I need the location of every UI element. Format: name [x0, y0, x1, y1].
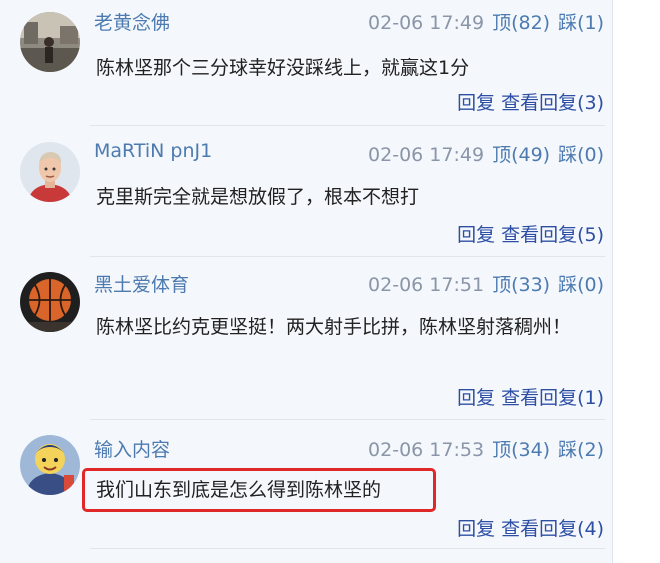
comment-datetime: 02-06 17:51: [368, 274, 485, 296]
downvote-button[interactable]: 踩(2): [558, 439, 604, 461]
comment-username[interactable]: 老黄念佛: [94, 8, 170, 35]
downvote-button[interactable]: 踩(0): [558, 144, 604, 166]
user-avatar[interactable]: [20, 142, 80, 202]
reply-link[interactable]: 回复: [457, 224, 495, 246]
user-avatar[interactable]: [20, 435, 80, 495]
comment-divider: [90, 548, 605, 549]
comment-text: 陈林坚那个三分球幸好没踩线上，就赢这1分: [96, 57, 470, 79]
comment-list: 老黄念佛 02-06 17:49 顶(82) 踩(1) 陈林坚那个三分球幸好没踩线上…: [0, 0, 613, 563]
comment-divider: [90, 419, 605, 420]
comment-divider: [90, 125, 605, 126]
comment-meta: 02-06 17:49 顶(82) 踩(1): [368, 8, 604, 35]
comment-username[interactable]: 黑土爱体育: [94, 270, 189, 297]
downvote-button[interactable]: 踩(0): [558, 274, 604, 296]
view-replies-link[interactable]: 查看回复(3): [501, 92, 604, 114]
comment-meta: 02-06 17:51 顶(33) 踩(0): [368, 270, 604, 297]
comment-username[interactable]: MaRTiN pnJ1: [94, 140, 212, 162]
basketball-avatar-icon: [20, 272, 80, 332]
comment-datetime: 02-06 17:49: [368, 12, 485, 34]
photo-avatar-icon: [20, 12, 80, 72]
reply-link[interactable]: 回复: [457, 518, 495, 540]
comment-text: 陈林坚比约克更坚挺！两大射手比拼，陈林坚射落稠州！: [96, 316, 572, 338]
comment-actions: 回复 查看回复(3): [451, 88, 604, 115]
reply-link[interactable]: 回复: [457, 387, 495, 409]
downvote-button[interactable]: 踩(1): [558, 12, 604, 34]
comment-text: 克里斯完全就是想放假了，根本不想打: [96, 186, 420, 208]
upvote-button[interactable]: 顶(33): [492, 274, 550, 296]
comment-datetime: 02-06 17:53: [368, 439, 485, 461]
comment-divider: [90, 256, 605, 257]
upvote-button[interactable]: 顶(49): [492, 144, 550, 166]
view-replies-link[interactable]: 查看回复(5): [501, 224, 604, 246]
user-avatar[interactable]: [20, 272, 80, 332]
comment-actions: 回复 查看回复(1): [451, 383, 604, 410]
person-avatar-icon: [20, 142, 80, 202]
view-replies-link[interactable]: 查看回复(1): [501, 387, 604, 409]
cartoon-avatar-icon: [20, 435, 80, 495]
comment-datetime: 02-06 17:49: [368, 144, 485, 166]
highlight-box: [82, 468, 436, 512]
comment-username[interactable]: 输入内容: [94, 435, 170, 462]
reply-link[interactable]: 回复: [457, 92, 495, 114]
comment-meta: 02-06 17:49 顶(49) 踩(0): [368, 140, 604, 167]
upvote-button[interactable]: 顶(34): [492, 439, 550, 461]
comment-meta: 02-06 17:53 顶(34) 踩(2): [368, 435, 604, 462]
user-avatar[interactable]: [20, 12, 80, 72]
view-replies-link[interactable]: 查看回复(4): [501, 518, 604, 540]
comment-actions: 回复 查看回复(5): [451, 220, 604, 247]
comment-actions: 回复 查看回复(4): [451, 514, 604, 541]
upvote-button[interactable]: 顶(82): [492, 12, 550, 34]
